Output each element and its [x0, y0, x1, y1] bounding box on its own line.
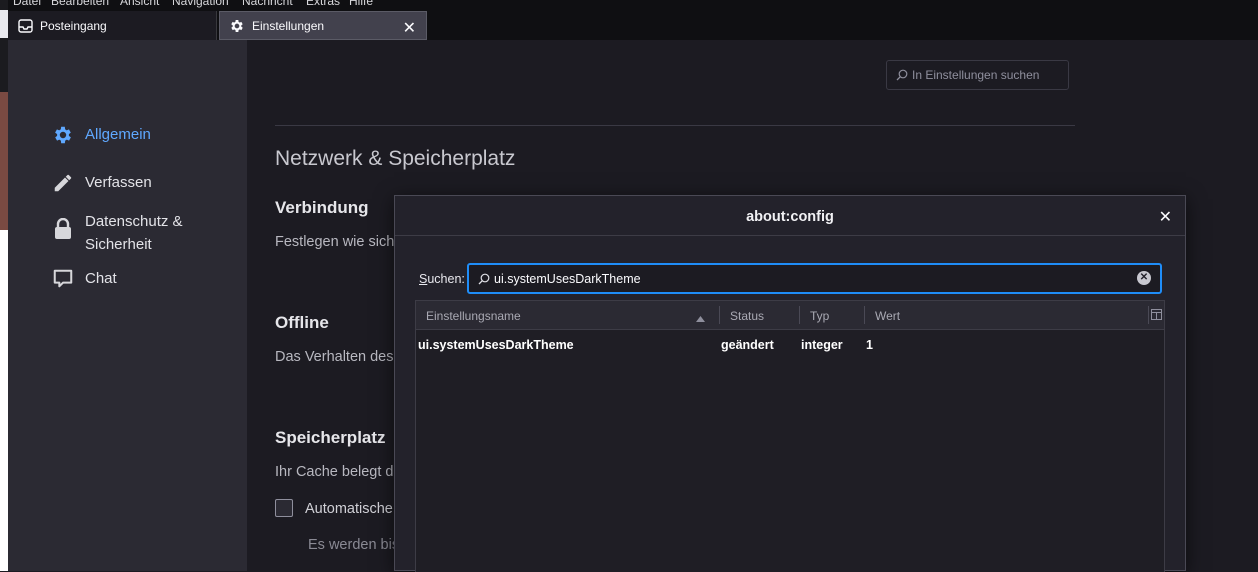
pref-status: geändert [721, 338, 774, 352]
section-title: Netzwerk & Speicherplatz [275, 147, 516, 170]
sidebar-item-label: Chat [85, 270, 117, 287]
sidebar-item-datenschutz[interactable]: Datenschutz & Sicherheit [52, 210, 183, 256]
gear-icon [52, 124, 74, 146]
clear-icon[interactable]: ✕ [1137, 271, 1151, 285]
menu-extras[interactable]: Extras [306, 0, 340, 8]
tab-inbox-label: Posteingang [40, 18, 107, 33]
column-header-value[interactable]: Wert [875, 309, 900, 323]
menubar: Datei Bearbeiten Ansicht Navigation Nach… [8, 0, 1258, 8]
chat-icon [52, 268, 74, 290]
auto-cache-checkbox[interactable] [275, 499, 293, 517]
search-icon [896, 69, 908, 81]
divider [275, 125, 1075, 126]
heading-offline: Offline [275, 313, 329, 332]
sidebar-item-label: Allgemein [85, 126, 151, 143]
menu-hilfe[interactable]: Hilfe [349, 0, 373, 8]
config-table: Einstellungsname Status Typ Wert ui.syst… [415, 300, 1165, 572]
pref-value: 1 [866, 338, 873, 352]
table-row[interactable]: ui.systemUsesDarkTheme geändert integer … [416, 331, 1164, 359]
sort-ascending-icon [696, 311, 705, 325]
menu-datei[interactable]: Datei [13, 0, 41, 8]
sidebar-item-allgemein[interactable]: Allgemein [52, 124, 151, 146]
column-header-name[interactable]: Einstellungsname [426, 309, 521, 323]
column-picker-icon[interactable] [1151, 309, 1162, 323]
column-header-status[interactable]: Status [730, 309, 764, 323]
settings-sidebar: Allgemein Verfassen Datenschutz & Sicher… [8, 40, 247, 571]
sidebar-item-label: Verfassen [85, 174, 152, 191]
tab-inbox[interactable]: Posteingang [8, 11, 217, 40]
heading-verbindung: Verbindung [275, 198, 369, 217]
pref-name: ui.systemUsesDarkTheme [418, 338, 574, 352]
table-header: Einstellungsname Status Typ Wert [416, 301, 1164, 330]
cache-subtext: Es werden bis [308, 537, 400, 553]
close-icon[interactable]: ✕ [1159, 207, 1172, 227]
background-window-strip [0, 0, 8, 571]
sidebar-item-verfassen[interactable]: Verfassen [52, 172, 152, 194]
tab-settings-label: Einstellungen [252, 18, 325, 33]
verbindung-description: Festlegen wie sich [275, 234, 395, 250]
close-icon[interactable]: ✕ [403, 18, 416, 38]
about-config-dialog: about:config ✕ Suchen: ui.systemUsesDark… [394, 195, 1186, 572]
gear-icon [229, 18, 245, 34]
search-icon [478, 273, 490, 284]
offline-description: Das Verhalten des [275, 349, 394, 365]
search-label: Suchen: [419, 272, 465, 286]
sidebar-item-chat[interactable]: Chat [52, 268, 117, 290]
sidebar-item-label: Datenschutz & Sicherheit [85, 213, 183, 253]
settings-search-input[interactable]: In Einstellungen suchen [886, 60, 1069, 90]
menu-ansicht[interactable]: Ansicht [120, 0, 159, 8]
pref-type: integer [801, 338, 843, 352]
search-value: ui.systemUsesDarkTheme [494, 271, 641, 286]
tab-settings[interactable]: Einstellungen ✕ [219, 11, 427, 40]
column-header-type[interactable]: Typ [810, 309, 829, 323]
config-search-input[interactable]: ui.systemUsesDarkTheme ✕ [467, 263, 1162, 294]
lock-icon [52, 218, 74, 240]
search-placeholder: In Einstellungen suchen [912, 68, 1040, 82]
dialog-title: about:config [395, 196, 1185, 236]
heading-speicherplatz: Speicherplatz [275, 428, 386, 447]
checkbox-label: Automatische [305, 501, 393, 517]
tab-bar: Posteingang Einstellungen ✕ [8, 8, 1258, 40]
pencil-icon [52, 172, 74, 194]
inbox-icon [17, 18, 33, 34]
cache-description: Ihr Cache belegt d [275, 464, 394, 480]
menu-nachricht[interactable]: Nachricht [242, 0, 293, 8]
menu-navigation[interactable]: Navigation [172, 0, 229, 8]
menu-bearbeiten[interactable]: Bearbeiten [51, 0, 109, 8]
